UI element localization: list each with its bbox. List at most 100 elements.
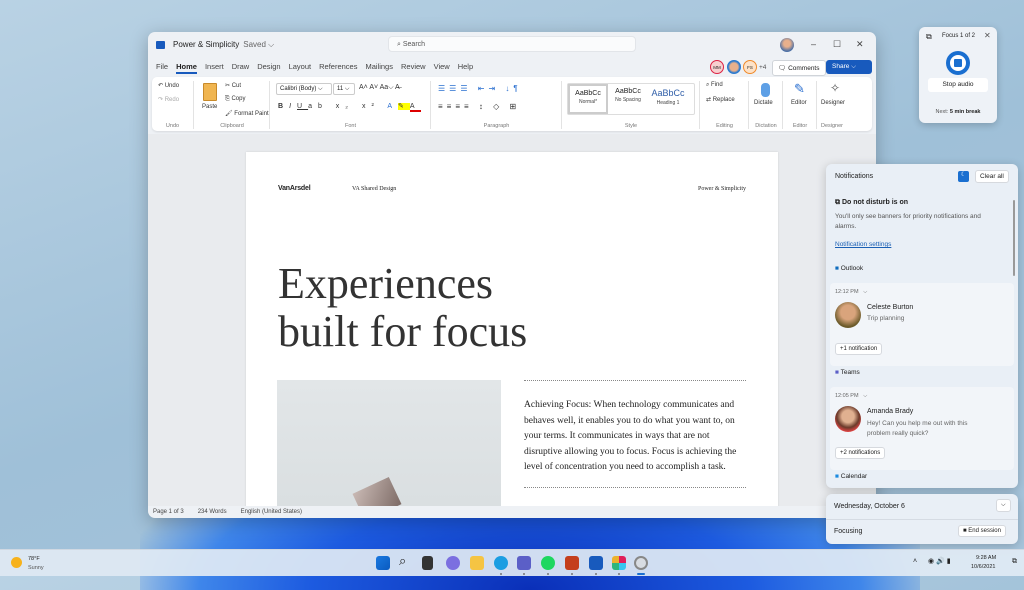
maximize-icon[interactable]: ☐	[833, 39, 841, 50]
tab-insert[interactable]: Insert	[205, 62, 224, 74]
spotify-icon[interactable]	[541, 556, 555, 570]
tab-draw[interactable]: Draw	[232, 62, 250, 74]
close-icon[interactable]: ✕	[856, 39, 864, 50]
close-icon[interactable]: ✕	[984, 31, 991, 40]
dictate-button[interactable]: Dictate	[754, 100, 773, 106]
tab-help[interactable]: Help	[458, 62, 473, 74]
tab-view[interactable]: View	[434, 62, 450, 74]
format-buttons[interactable]: BIUab x₂ x² A✎A	[278, 102, 421, 112]
search-icon[interactable]: ⌕	[399, 553, 413, 568]
notification-center-icon[interactable]: ⧉	[1012, 558, 1017, 566]
font-size-select[interactable]: 11 ⌵	[333, 83, 355, 95]
style-no-spacing[interactable]: AaBbCc No Spacing	[608, 84, 648, 114]
status-bar: Page 1 of 3 234 Words English (United St…	[148, 506, 876, 518]
scrollbar[interactable]	[1013, 200, 1015, 276]
editor-button[interactable]: Editor	[791, 100, 807, 106]
document-page[interactable]: VanArsdel VA Shared Design Power & Simpl…	[246, 152, 778, 506]
edge-icon[interactable]	[494, 556, 508, 570]
find-button[interactable]: ⌕ Find	[706, 82, 723, 89]
undo-button[interactable]: ↶ Undo	[158, 82, 179, 89]
style-heading-1[interactable]: AaBbCc Heading 1	[648, 84, 688, 114]
slack-icon[interactable]	[612, 556, 626, 570]
collaborator-avatar[interactable]: FS	[743, 60, 757, 74]
font-name-select[interactable]: Calibri (Body) ⌵	[276, 83, 332, 95]
expand-icon[interactable]: ⧉	[926, 32, 932, 42]
collaborator-avatar[interactable]: MM	[710, 60, 724, 74]
paste-icon[interactable]	[203, 83, 217, 101]
stop-audio-button[interactable]: Stop audio	[928, 78, 988, 92]
end-session-button[interactable]: ■ End session	[958, 525, 1006, 537]
group-font: Calibri (Body) ⌵ 11 ⌵ A˄ A˅ Aa⌵ A̶ BIUab…	[271, 81, 431, 129]
stop-focus-button[interactable]	[947, 52, 969, 74]
collaborator-avatar[interactable]	[727, 60, 741, 74]
designer-button[interactable]: Designer	[821, 100, 845, 106]
teams-icon: ■	[835, 369, 839, 376]
system-tray-icons[interactable]: ◉ 🔊 ▮	[928, 557, 951, 565]
tab-home[interactable]: Home	[176, 62, 197, 74]
replace-button[interactable]: ⇄ Replace	[706, 96, 735, 103]
clock-time[interactable]: 9:28 AM	[976, 555, 996, 561]
language-status[interactable]: English (United States)	[241, 509, 302, 518]
chevron-down-icon[interactable]: ⌵	[996, 499, 1011, 512]
clear-all-button[interactable]: Clear all	[975, 170, 1009, 183]
group-dictation: Dictate Dictation	[750, 81, 783, 129]
format-paint-button[interactable]: 🖌 Format Paint	[225, 110, 269, 117]
paste-button[interactable]: Paste	[202, 104, 217, 110]
tab-layout[interactable]: Layout	[289, 62, 312, 74]
redo-button[interactable]: ↷ Redo	[158, 96, 179, 103]
style-gallery: AaBbCc Normal* AaBbCc No Spacing AaBbCc Hea…	[567, 83, 695, 115]
style-name: Normal*	[578, 99, 598, 105]
more-collaborators[interactable]: +4	[759, 64, 766, 71]
teams-icon[interactable]	[517, 556, 531, 570]
running-indicator	[571, 573, 573, 575]
group-clipboard: Paste ✂ Cut ⎘ Copy 🖌 Format Paint Clipbo…	[195, 81, 270, 129]
cut-button[interactable]: ✂ Cut	[225, 82, 241, 89]
tab-mailings[interactable]: Mailings	[365, 62, 393, 74]
tab-design[interactable]: Design	[257, 62, 280, 74]
notification-card[interactable]: 12:05 PM ⌵ Amanda Brady Hey! Can you hel…	[830, 387, 1014, 470]
end-session-label: End session	[968, 528, 1001, 534]
group-label: Font	[344, 123, 356, 129]
designer-wand-icon[interactable]: ✧	[830, 81, 840, 95]
editor-pen-icon[interactable]: ✎	[794, 81, 805, 97]
powerpoint-icon[interactable]	[565, 556, 579, 570]
more-notifications-button[interactable]: +2 notifications	[835, 447, 886, 459]
list-buttons[interactable]: ☰☰☰ ⇤⇥ ↓¶	[438, 84, 522, 93]
grow-font-icon[interactable]: A˄ A˅ Aa⌵ A̶	[359, 84, 400, 92]
notification-settings-link[interactable]: Notification settings	[835, 241, 891, 248]
start-icon[interactable]	[376, 556, 390, 570]
copy-button[interactable]: ⎘ Copy	[225, 96, 245, 103]
show-hidden-icons-chevron[interactable]: ˄	[913, 558, 917, 565]
search-box[interactable]: ⌕ Search	[388, 36, 636, 52]
style-normal[interactable]: AaBbCc Normal*	[568, 84, 608, 114]
task-view-icon[interactable]	[422, 556, 433, 570]
weather-temp[interactable]: 78°F	[28, 556, 40, 562]
tab-file[interactable]: File	[156, 62, 168, 74]
minimize-icon[interactable]: –	[811, 39, 816, 49]
page-count[interactable]: Page 1 of 3	[153, 509, 184, 518]
do-not-disturb-toggle[interactable]: ☾	[958, 171, 969, 182]
file-explorer-icon[interactable]	[470, 556, 484, 570]
weather-sun-icon[interactable]	[11, 557, 22, 568]
align-buttons[interactable]: ≡≡≡≡ ↕ ◇ ⊞	[438, 102, 520, 111]
share-button[interactable]: Share ⌵	[826, 60, 872, 74]
word-count[interactable]: 234 Words	[198, 509, 227, 518]
tab-review[interactable]: Review	[401, 62, 426, 74]
weather-desc[interactable]: Sunny	[28, 565, 44, 571]
clock-app-icon[interactable]	[634, 556, 648, 570]
ribbon-tabs: File Home Insert Draw Design Layout Refe…	[156, 62, 473, 74]
comments-button[interactable]: 🗨 Comments	[772, 60, 826, 76]
notification-card[interactable]: 12:12 PM ⌵ Celeste Burton Trip planning …	[830, 283, 1014, 366]
more-notifications-button[interactable]: +1 notification	[835, 343, 883, 355]
clock-date[interactable]: 10/6/2021	[971, 564, 995, 570]
account-avatar[interactable]	[780, 38, 794, 52]
undo-label: Undo	[164, 83, 180, 89]
heading-line: built for focus	[278, 307, 528, 356]
tab-references[interactable]: References	[319, 62, 357, 74]
chat-icon[interactable]	[446, 556, 460, 570]
document-photo[interactable]	[277, 380, 501, 506]
microphone-icon[interactable]	[761, 83, 770, 97]
saved-status[interactable]: Saved ⌵	[243, 40, 274, 49]
document-title[interactable]: Power & Simplicity Saved ⌵	[173, 40, 274, 50]
word-icon[interactable]	[589, 556, 603, 570]
